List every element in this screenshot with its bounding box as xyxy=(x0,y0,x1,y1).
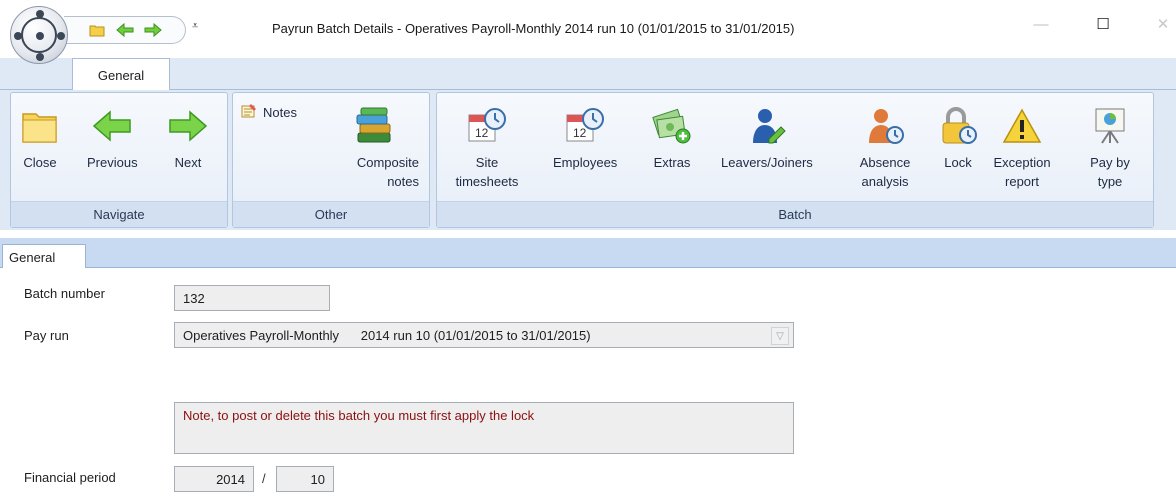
title-bar: ⩡ Payrun Batch Details - Operatives Payr… xyxy=(0,0,1176,64)
absence-analysis-label-line2: analysis xyxy=(861,174,909,189)
chevron-down-icon[interactable]: ▽ xyxy=(771,327,789,345)
arrow-left-icon xyxy=(91,105,133,147)
pay-by-type-label-line2: type xyxy=(1097,174,1123,189)
ribbon-tabstrip: General xyxy=(0,58,1176,91)
exception-report-button[interactable]: Exception report xyxy=(985,105,1059,191)
form-tabstrip: General xyxy=(0,238,1176,269)
qat-close-folder-icon[interactable] xyxy=(88,21,106,39)
notes-icon xyxy=(241,103,257,122)
financial-year-field[interactable]: 2014 xyxy=(174,466,254,492)
qat-previous-arrow-icon[interactable] xyxy=(116,21,134,39)
svg-text:12: 12 xyxy=(475,126,489,140)
batch-number-field[interactable]: 132 xyxy=(174,285,330,311)
leavers-joiners-label: Leavers/Joiners xyxy=(721,155,813,170)
calendar-clock-icon: 12 xyxy=(564,105,606,147)
books-icon xyxy=(353,105,395,147)
lock-clock-icon xyxy=(937,105,979,147)
extras-button[interactable]: Extras xyxy=(651,105,693,172)
svg-text:12: 12 xyxy=(573,126,587,140)
financial-period-label: Financial period xyxy=(24,470,116,485)
arrow-right-icon xyxy=(167,105,209,147)
money-add-icon xyxy=(651,105,693,147)
app-logo-dot xyxy=(14,32,22,40)
pay-run-label: Pay run xyxy=(24,328,69,343)
employees-label: Employees xyxy=(553,155,618,170)
presentation-chart-icon xyxy=(1089,105,1131,147)
notes-button-label: Notes xyxy=(263,105,297,120)
app-logo-dot xyxy=(36,32,44,40)
qat-next-arrow-icon[interactable] xyxy=(144,21,162,39)
composite-notes-button[interactable]: Composite notes xyxy=(329,105,419,191)
window-title: Payrun Batch Details - Operatives Payrol… xyxy=(272,21,795,36)
ribbon-group-other: Notes Composite notes Other xyxy=(232,92,430,228)
financial-period-field[interactable]: 10 xyxy=(276,466,334,492)
batch-number-label: Batch number xyxy=(24,286,105,301)
next-button-label: Next xyxy=(174,155,202,170)
exception-report-label-line1: Exception xyxy=(993,155,1051,170)
form-tab-general[interactable]: General xyxy=(2,244,86,269)
lock-button[interactable]: Lock xyxy=(937,105,979,172)
absence-analysis-label-line1: Absence xyxy=(859,155,911,170)
leavers-joiners-button[interactable]: Leavers/Joiners xyxy=(721,105,813,172)
ribbon-tab-general[interactable]: General xyxy=(72,58,170,91)
pay-run-value: Operatives Payroll-Monthly 2014 run 10 (… xyxy=(183,327,591,343)
pay-by-type-button[interactable]: Pay by type xyxy=(1085,105,1135,191)
batch-details-form: Batch number 132 Pay run Operatives Payr… xyxy=(0,268,1176,496)
group-label-navigate: Navigate xyxy=(11,201,227,227)
warning-icon xyxy=(1001,105,1043,147)
site-timesheets-label-line2: timesheets xyxy=(455,174,519,189)
maximize-button[interactable]: ☐ xyxy=(1088,12,1118,36)
composite-notes-label-line1: Composite xyxy=(356,155,419,170)
period-separator: / xyxy=(262,471,266,486)
extras-label: Extras xyxy=(653,155,691,170)
app-logo-dot xyxy=(36,53,44,61)
pay-run-combobox[interactable]: Operatives Payroll-Monthly 2014 run 10 (… xyxy=(174,322,794,348)
calendar-clock-icon: 12 xyxy=(466,105,508,147)
close-window-button[interactable]: ✕ xyxy=(1148,12,1176,36)
person-edit-icon xyxy=(746,105,788,147)
folder-icon xyxy=(19,105,61,147)
pay-by-type-label-line1: Pay by xyxy=(1090,155,1130,170)
ribbon-group-batch: 12 Site timesheets 12 Employees Extras L… xyxy=(436,92,1154,228)
ribbon-group-navigate: Close Previous Next Navigate xyxy=(10,92,228,228)
lock-note-textbox: Note, to post or delete this batch you m… xyxy=(174,402,794,454)
previous-button-label: Previous xyxy=(87,155,138,170)
qat-customize-dropdown-icon[interactable]: ⩡ xyxy=(192,20,198,33)
employees-button[interactable]: 12 Employees xyxy=(553,105,617,172)
group-label-batch: Batch xyxy=(437,201,1153,227)
app-menu-button[interactable] xyxy=(10,6,68,64)
group-label-other: Other xyxy=(233,201,429,227)
app-logo-dot xyxy=(36,10,44,18)
ribbon: Close Previous Next Navigate Notes Compo… xyxy=(0,90,1176,230)
close-button[interactable]: Close xyxy=(19,105,61,172)
app-logo-dot xyxy=(57,32,65,40)
notes-button[interactable]: Notes xyxy=(241,103,297,122)
composite-notes-label-line2: notes xyxy=(387,174,419,189)
person-clock-icon xyxy=(864,105,906,147)
site-timesheets-label-line1: Site xyxy=(475,155,499,170)
exception-report-label-line2: report xyxy=(1005,174,1039,189)
previous-button[interactable]: Previous xyxy=(87,105,138,172)
close-button-label: Close xyxy=(23,155,57,170)
site-timesheets-button[interactable]: 12 Site timesheets xyxy=(445,105,529,191)
quick-access-toolbar xyxy=(64,16,186,44)
lock-label: Lock xyxy=(944,155,972,170)
absence-analysis-button[interactable]: Absence analysis xyxy=(853,105,917,191)
minimize-button[interactable]: — xyxy=(1026,12,1056,36)
next-button[interactable]: Next xyxy=(167,105,209,172)
